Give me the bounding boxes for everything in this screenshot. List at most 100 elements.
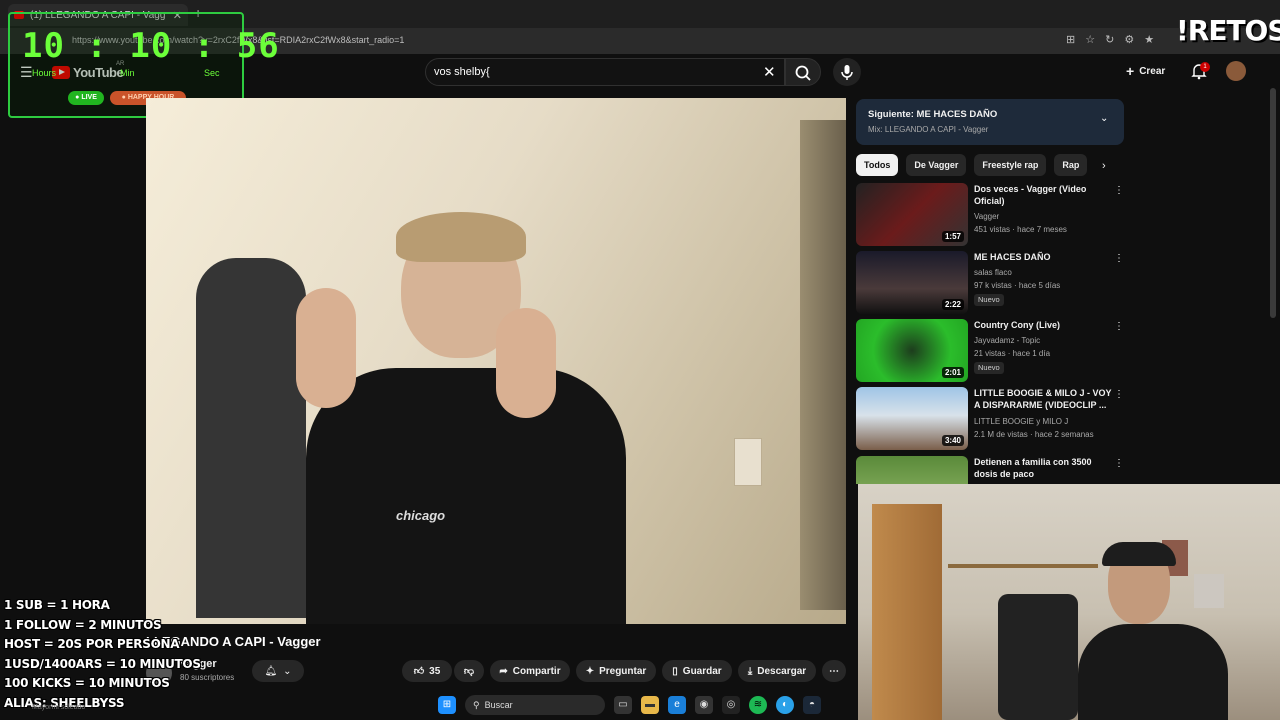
performer-right-hand [496,308,556,418]
refresh-icon[interactable]: ↻ [1105,33,1114,46]
dislike-button[interactable]: 👎︎ [454,660,484,682]
file-explorer-icon[interactable]: ▬ [641,696,659,714]
more-vert-icon[interactable]: ⋮ [1114,185,1124,196]
share-icon: ➦ [499,665,508,677]
steam-icon[interactable]: ◓ [803,696,821,714]
rule-line: HOST = 20S POR PERSONA [4,637,180,651]
performer-left-hand [296,288,356,408]
new-badge: Nuevo [974,362,1004,374]
streamer-shirt [1078,624,1228,720]
video-scene-chair [196,258,306,618]
chip-rap[interactable]: Rap [1054,154,1088,176]
more-vert-icon[interactable]: ⋮ [1114,458,1124,469]
timer-digits: 10 : 10 : 56 [22,26,280,66]
search-button[interactable] [785,58,821,86]
webcam-scene-door [872,504,942,720]
timer-separator: : [172,26,237,66]
more-vert-icon[interactable]: ⋮ [1114,253,1124,264]
plus-icon: + [1126,63,1135,79]
rec-title[interactable]: ME HACES DAÑO [974,251,1114,263]
thumbs-up-icon: 👍︎ [413,666,425,677]
timer-min-label: Min [120,68,135,78]
windows-taskbar: ⊞ ⚲ Buscar ▭ ▬ e ◉ ◎ ≋ ◐ ◓ [438,692,858,718]
search-input[interactable]: vos shelby{ [434,66,490,78]
stream-rules-overlay: 1 SUB = 1 HORA 1 FOLLOW = 2 MINUTOS HOST… [4,596,201,713]
more-dots-icon: ⋯ [829,665,839,677]
timer-separator: : [64,26,130,66]
voice-search-button[interactable] [833,58,861,86]
microphone-icon [841,65,853,80]
edge-icon[interactable]: e [668,696,686,714]
taskbar-search[interactable]: ⚲ Buscar [465,695,605,715]
chevron-down-icon: ⌄ [283,665,292,677]
rec-meta: 2.1 M de vistas · hace 2 semanas [974,430,1094,439]
chip-freestyle-rap[interactable]: Freestyle rap [974,154,1047,176]
rec-title[interactable]: Dos veces - Vagger (Video Oficial) [974,183,1114,207]
rec-channel[interactable]: Jayvadamz - Topic [974,334,1040,348]
bookmark-star-icon[interactable]: ☆ [1085,33,1095,46]
retos-brand-overlay: !RETOS [1176,14,1280,47]
install-icon[interactable]: ⊞ [1066,33,1075,46]
ask-label: Preguntar [599,665,647,677]
more-actions-button[interactable]: ⋯ [822,660,846,682]
page-scrollbar[interactable] [1270,88,1276,318]
like-button[interactable]: 👍︎ 35 [402,660,452,682]
rec-title[interactable]: LITTLE BOOGIE & MILO J - VOY A DISPARARM… [974,387,1114,411]
timer-seconds: 56 [236,26,280,66]
list-item[interactable]: 2:01 Country Cony (Live) Jayvadamz - Top… [856,319,1126,383]
list-item[interactable]: 2:22 ME HACES DAÑO salas flaco 97 k vist… [856,251,1126,315]
chip-de-vagger[interactable]: De Vagger [906,154,967,176]
task-view-icon[interactable]: ▭ [614,696,632,714]
rec-title[interactable]: Country Cony (Live) [974,319,1114,331]
obs-icon[interactable]: ◉ [695,696,713,714]
ask-button[interactable]: ✦ Preguntar [576,660,656,682]
save-button[interactable]: ▯ Guardar [662,660,732,682]
create-button[interactable]: + Crear [1126,63,1165,79]
rec-meta: 21 vistas · hace 1 día [974,349,1051,358]
browser-app-icon[interactable]: ◐ [776,696,794,714]
rule-line: 1 FOLLOW = 2 MINUTOS [4,617,162,632]
video-scene-door [800,120,846,610]
windows-start-icon[interactable]: ⊞ [438,696,456,714]
video-duration: 1:57 [941,231,964,242]
list-item[interactable]: 3:40 LITTLE BOOGIE & MILO J - VOY A DISP… [856,387,1126,451]
video-thumbnail[interactable]: 1:57 [856,183,968,246]
download-button[interactable]: ⤓ Descargar [738,660,816,682]
thumbs-down-icon: 👎︎ [463,666,475,677]
timer-hours-label: Hours [32,68,57,78]
video-thumbnail[interactable]: 2:22 [856,251,968,314]
chip-todos[interactable]: Todos [856,154,899,176]
clear-search-icon[interactable]: ✕ [763,63,776,81]
more-vert-icon[interactable]: ⋮ [1114,321,1124,332]
search-icon: ⚲ [473,699,480,710]
subscription-bell-button[interactable]: 🔔︎ ⌄ [252,660,304,682]
rec-channel[interactable]: salas flaco [974,266,1012,280]
account-avatar[interactable] [1226,61,1246,81]
video-player[interactable]: chicago [146,98,846,624]
chevron-right-icon[interactable]: › [1102,160,1106,172]
favorites-icon[interactable]: ★ [1144,33,1154,46]
extensions-icon[interactable]: ⚙ [1124,33,1134,46]
search-icon [795,65,811,81]
more-vert-icon[interactable]: ⋮ [1114,389,1124,400]
rec-channel[interactable]: LITTLE BOOGIE y MILO J [974,415,1068,429]
sparkle-icon: ✦ [585,665,595,677]
timer-hours: 10 [22,26,65,66]
spotify-icon[interactable]: ≋ [749,696,767,714]
list-item[interactable]: 1:57 Dos veces - Vagger (Video Oficial) … [856,183,1126,247]
rec-channel[interactable]: Vagger [974,210,999,224]
video-thumbnail[interactable]: 3:40 [856,387,968,450]
share-label: Compartir [512,665,561,677]
chrome-icon[interactable]: ◎ [722,696,740,714]
share-button[interactable]: ➦ Compartir [490,660,570,682]
video-thumbnail[interactable]: 2:01 [856,319,968,382]
notification-count-badge: 1 [1200,62,1210,72]
taskbar-search-label: Buscar [484,700,513,710]
list-item[interactable]: Detienen a familia con 3500 dosis de pac… [856,456,1126,484]
rec-title[interactable]: Detienen a familia con 3500 dosis de pac… [974,456,1114,480]
rule-line: 1USD/1400ARS = 10 MINUTOS [4,656,201,671]
up-next-card[interactable] [856,99,1124,145]
video-thumbnail[interactable] [856,456,968,484]
chevron-down-icon[interactable]: ⌄ [1100,113,1108,124]
streamer [1078,542,1228,720]
